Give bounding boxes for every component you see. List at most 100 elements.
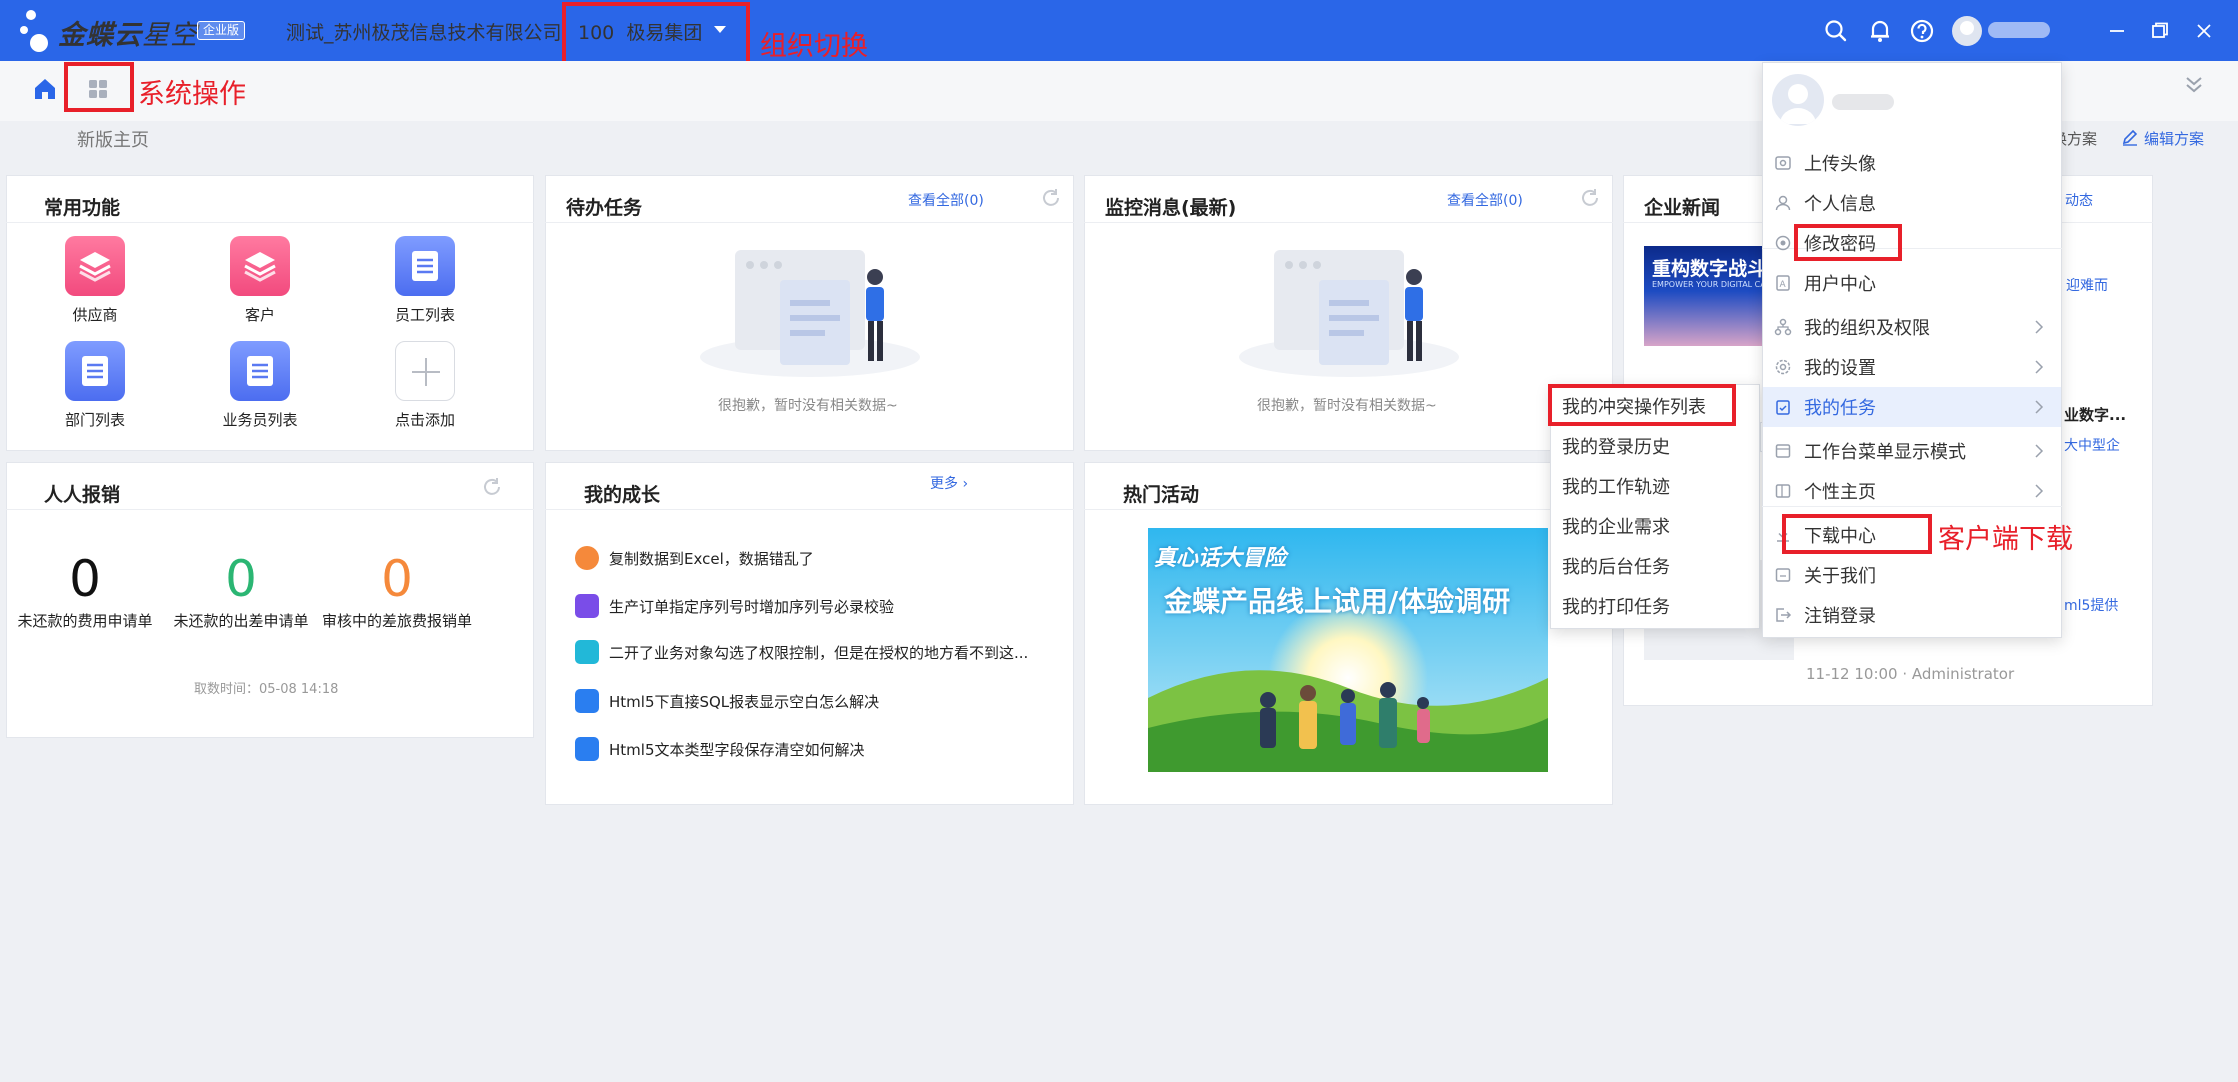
func-salesman-list[interactable]: 业务员列表 <box>200 341 320 430</box>
news-snippet[interactable]: 业数字... <box>2064 404 2126 425</box>
monitor-title: 监控消息(最新) <box>1105 197 1237 219</box>
menu-personal-info[interactable]: 个人信息 <box>1774 183 2054 223</box>
menu-logout[interactable]: 注销登录 <box>1774 595 2054 635</box>
user-icon <box>1774 194 1792 212</box>
submenu-background-tasks[interactable]: 我的后台任务 <box>1562 546 1752 586</box>
news-more-link[interactable]: 动态 <box>2065 190 2093 210</box>
submenu-print-tasks[interactable]: 我的打印任务 <box>1562 586 1752 626</box>
svg-text:A: A <box>1780 280 1787 290</box>
news-thumbnail-sub: EMPOWER YOUR DIGITAL CAPA <box>1652 280 1776 289</box>
chat-icon <box>575 546 599 570</box>
user-name-blurred[interactable] <box>1988 22 2050 38</box>
menu-personal-homepage[interactable]: 个性主页 <box>1774 471 2054 511</box>
submenu-enterprise-demand[interactable]: 我的企业需求 <box>1562 506 1752 546</box>
breadcrumb[interactable]: 新版主页 <box>77 126 149 152</box>
reimburse-title: 人人报销 <box>44 484 121 506</box>
refresh-icon[interactable] <box>481 476 503 498</box>
system-ops-highlight <box>64 62 134 112</box>
divider <box>6 509 534 510</box>
tenant-name[interactable]: 测试_苏州极茂信息技术有限公司 <box>286 18 562 45</box>
growth-item[interactable]: 复制数据到Excel，数据错乱了 <box>575 543 814 573</box>
common-functions-title: 常用功能 <box>44 197 121 219</box>
list-icon <box>65 341 125 401</box>
func-employee-list[interactable]: 员工列表 <box>365 236 485 325</box>
activity-banner[interactable]: 真心话大冒险 金蝶产品线上试用/体验调研 <box>1148 528 1548 772</box>
news-snippet[interactable]: 大中型企 <box>2064 435 2120 455</box>
double-chevron-down-icon[interactable] <box>2179 70 2209 100</box>
pending-view-all-link[interactable]: 查看全部(0) <box>908 190 984 210</box>
minimize-icon[interactable] <box>2103 17 2131 45</box>
menu-label: 关于我们 <box>1804 566 1876 587</box>
stat-label: 未还款的费用申请单 <box>17 612 153 630</box>
logout-icon <box>1774 606 1792 624</box>
news-snippet[interactable]: 迎难而 <box>2066 275 2108 295</box>
submenu-login-history[interactable]: 我的登录历史 <box>1562 426 1752 466</box>
banner-tag: 真心话大冒险 <box>1154 546 1287 571</box>
monitor-empty-message: 很抱歉，暂时没有相关数据~ <box>1257 398 1437 414</box>
empty-illustration <box>690 245 930 385</box>
func-label: 部门列表 <box>64 411 125 429</box>
menu-my-tasks[interactable]: 我的任务 <box>1774 387 2054 427</box>
stat-value[interactable]: 0 <box>5 550 165 608</box>
menu-user-center[interactable]: A 用户中心 <box>1774 263 2054 303</box>
func-label: 业务员列表 <box>222 411 298 429</box>
stat-value[interactable]: 0 <box>317 550 477 608</box>
divider <box>545 509 1074 510</box>
menu-upload-avatar[interactable]: 上传头像 <box>1774 143 2054 183</box>
func-department-list[interactable]: 部门列表 <box>35 341 155 430</box>
divider <box>1084 222 1613 223</box>
close-icon[interactable] <box>2190 17 2218 45</box>
func-label: 点击添加 <box>394 411 455 429</box>
edit-scheme-button[interactable]: 编辑方案 <box>2144 128 2204 149</box>
bell-icon[interactable] <box>1867 18 1893 44</box>
pending-tasks-title: 待办任务 <box>566 197 643 219</box>
stat-value[interactable]: 0 <box>161 550 321 608</box>
growth-item[interactable]: 二开了业务对象勾选了权限控制，但是在授权的地方看不到这... <box>575 637 1028 667</box>
search-icon[interactable] <box>1823 18 1849 44</box>
video-icon <box>575 640 599 664</box>
growth-item[interactable]: Html5文本类型字段保存清空如何解决 <box>575 734 865 764</box>
fetch-time: 取数时间：05-08 14:18 <box>194 682 339 697</box>
home-icon[interactable] <box>30 74 60 104</box>
edit-icon[interactable] <box>2121 128 2139 146</box>
submenu-label: 我的打印任务 <box>1562 597 1670 618</box>
user-avatar[interactable] <box>1952 16 1982 46</box>
menu-about-us[interactable]: 关于我们 <box>1774 555 2054 595</box>
menu-label: 注销登录 <box>1804 606 1876 627</box>
logo-main: 金蝶云 <box>58 20 142 51</box>
menu-label: 工作台菜单显示模式 <box>1804 442 1966 463</box>
menu-org-permissions[interactable]: 我的组织及权限 <box>1774 307 2054 347</box>
func-label: 供应商 <box>72 306 118 324</box>
list-icon <box>230 341 290 401</box>
growth-item-text: 二开了业务对象勾选了权限控制，但是在授权的地方看不到这... <box>609 643 1029 662</box>
news-snippet[interactable]: ml5提供 <box>2064 595 2118 615</box>
refresh-icon[interactable] <box>1579 187 1601 209</box>
system-ops-annotation: 系统操作 <box>138 79 246 110</box>
func-add[interactable]: 点击添加 <box>365 341 485 430</box>
divider <box>545 222 1074 223</box>
submenu-work-trace[interactable]: 我的工作轨迹 <box>1562 466 1752 506</box>
restore-icon[interactable] <box>2146 17 2174 45</box>
id-card-icon: A <box>1774 274 1792 292</box>
submenu-label: 我的登录历史 <box>1562 437 1670 458</box>
func-customer[interactable]: 客户 <box>200 236 320 325</box>
info-icon <box>1774 566 1792 584</box>
layers-icon <box>230 236 290 296</box>
edition-badge: 企业版 <box>197 21 246 40</box>
menu-label: 我的组织及权限 <box>1804 318 1930 339</box>
monitor-view-all-link[interactable]: 查看全部(0) <box>1447 190 1523 210</box>
chart-icon <box>575 737 599 761</box>
growth-item[interactable]: 生产订单指定序列号时增加序列号必录校验 <box>575 591 894 621</box>
refresh-icon[interactable] <box>1040 187 1062 209</box>
func-supplier[interactable]: 供应商 <box>35 236 155 325</box>
org-switch-annotation: 组织切换 <box>760 31 868 62</box>
growth-item[interactable]: Html5下直接SQL报表显示空白怎么解决 <box>575 686 879 716</box>
document-icon <box>575 594 599 618</box>
growth-title: 我的成长 <box>584 484 661 506</box>
menu-workbench-display-mode[interactable]: 工作台菜单显示模式 <box>1774 431 2054 471</box>
help-icon[interactable] <box>1909 18 1935 44</box>
menu-my-settings[interactable]: 我的设置 <box>1774 347 2054 387</box>
news-thumbnail-title: 重构数字战斗 <box>1652 258 1767 280</box>
user-avatar-large[interactable] <box>1772 74 1824 126</box>
growth-more-link[interactable]: 更多 › <box>930 473 968 493</box>
